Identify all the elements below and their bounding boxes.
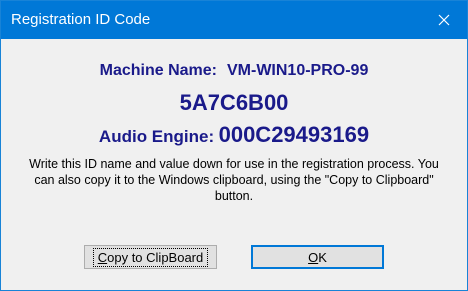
copy-button-text: opy to ClipBoard [107,249,204,265]
ok-button-label: OK [308,250,327,265]
window-title: Registration ID Code [11,11,151,28]
audio-engine-value: 000C29493169 [218,122,370,147]
copy-to-clipboard-button[interactable]: Copy to ClipBoard [84,245,217,269]
instructions-text: Write this ID name and value down for us… [29,157,439,203]
ok-button[interactable]: OK [251,245,384,269]
audio-engine-label: Audio Engine: [98,127,215,146]
audio-engine-row: Audio Engine: 000C29493169 [1,122,467,150]
close-icon [438,14,450,26]
close-button[interactable] [421,1,467,39]
registration-dialog: Registration ID Code Machine Name: VM-WIN… [0,0,468,291]
copy-button-label: Copy to ClipBoard [92,247,209,267]
copy-button-mnemonic: C [97,249,108,265]
title-bar[interactable]: Registration ID Code [1,1,467,39]
machine-name-row: Machine Name: VM-WIN10-PRO-99 [1,61,467,81]
dialog-body: Machine Name: VM-WIN10-PRO-99 5A7C6B00 Au… [1,39,467,290]
machine-name-value: VM-WIN10-PRO-99 [227,62,369,79]
ok-button-text: K [318,249,327,265]
machine-name-label: Machine Name: [99,62,217,79]
registration-id-code: 5A7C6B00 [179,90,289,115]
ok-button-mnemonic: O [308,249,319,265]
